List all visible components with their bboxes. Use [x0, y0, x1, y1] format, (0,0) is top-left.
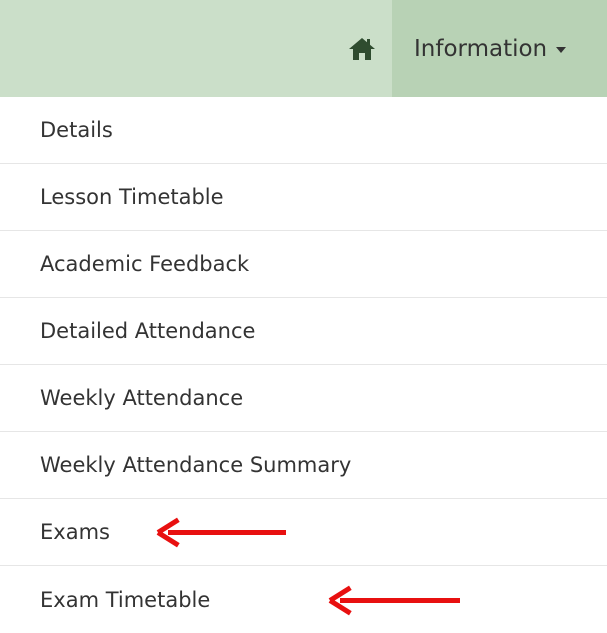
menu-item-academic-feedback[interactable]: Academic Feedback	[0, 231, 607, 298]
menu-item-weekly-attendance-summary[interactable]: Weekly Attendance Summary	[0, 432, 607, 499]
menu-item-label: Exams	[40, 520, 110, 544]
information-dropdown[interactable]: Information	[392, 0, 607, 97]
menu-item-label: Details	[40, 118, 113, 142]
menu-item-label: Lesson Timetable	[40, 185, 224, 209]
menu-item-label: Weekly Attendance Summary	[40, 453, 352, 477]
navbar: Information	[0, 0, 607, 97]
information-menu: Details Lesson Timetable Academic Feedba…	[0, 97, 607, 633]
menu-item-lesson-timetable[interactable]: Lesson Timetable	[0, 164, 607, 231]
caret-down-icon	[556, 46, 567, 53]
menu-item-details[interactable]: Details	[0, 97, 607, 164]
menu-item-label: Exam Timetable	[40, 587, 211, 612]
home-button[interactable]	[332, 0, 392, 97]
red-arrow-annotation	[156, 517, 286, 548]
information-label: Information	[414, 35, 548, 62]
menu-item-detailed-attendance[interactable]: Detailed Attendance	[0, 298, 607, 365]
menu-item-exams[interactable]: Exams	[0, 499, 607, 566]
menu-item-exam-timetable[interactable]: Exam Timetable	[0, 566, 607, 633]
menu-item-label: Academic Feedback	[40, 252, 250, 276]
menu-item-label: Weekly Attendance	[40, 386, 244, 410]
menu-item-label: Detailed Attendance	[40, 319, 256, 343]
red-arrow-annotation	[328, 585, 460, 615]
home-icon	[349, 37, 375, 60]
menu-item-weekly-attendance[interactable]: Weekly Attendance	[0, 365, 607, 432]
